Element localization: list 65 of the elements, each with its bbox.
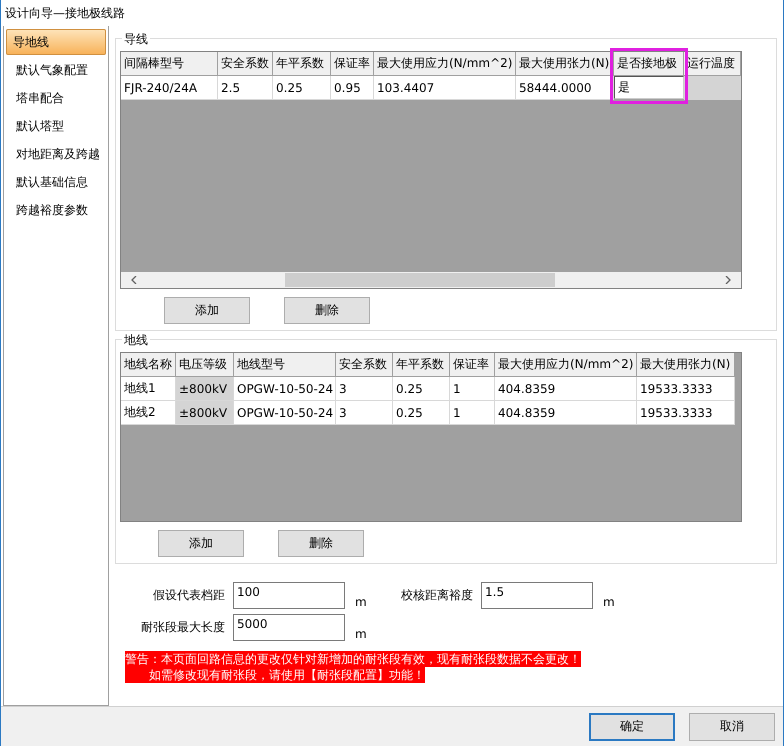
- warning-text: 警告：本页面回路信息的更改仅针对新增加的耐张段有效，现有耐张段数据不会更改！: [125, 651, 581, 667]
- input-field[interactable]: 5000: [233, 614, 345, 641]
- add-button[interactable]: 添加: [158, 530, 244, 557]
- column-header[interactable]: 最大使用应力(N/mm^2): [495, 353, 637, 377]
- group-title: 导线: [122, 31, 150, 48]
- table-cell: OPGW-10-50-24: [234, 401, 336, 425]
- field-label: 校核距离裕度: [401, 587, 474, 604]
- table-cell: 地线1: [121, 377, 176, 401]
- input-field[interactable]: 100: [233, 582, 345, 609]
- unit-label: m: [354, 626, 368, 640]
- delete-button[interactable]: 删除: [284, 297, 370, 324]
- sidebar-item[interactable]: 默认塔型: [6, 113, 106, 139]
- column-header[interactable]: 电压等级: [176, 353, 234, 377]
- table-cell: 103.4407: [374, 76, 516, 100]
- table-cell: 2.5: [218, 76, 273, 100]
- warning-text: 如需修改现有耐张段，请使用【耐张段配置】功能！: [125, 667, 425, 683]
- column-header[interactable]: 最大使用应力(N/mm^2): [374, 52, 516, 76]
- column-header[interactable]: 间隔棒型号: [121, 52, 218, 76]
- column-header[interactable]: 运行温度: [684, 52, 741, 76]
- ok-button[interactable]: 确定: [589, 712, 675, 740]
- sidebar-item[interactable]: 导地线: [6, 29, 106, 55]
- delete-button[interactable]: 删除: [278, 530, 364, 557]
- add-button[interactable]: 添加: [164, 297, 250, 324]
- column-header[interactable]: 是否接地极: [614, 52, 684, 76]
- column-header[interactable]: 安全系数: [218, 52, 273, 76]
- field-label: 耐张段最大长度: [141, 619, 226, 636]
- sidebar-item[interactable]: 对地距离及跨越: [6, 141, 106, 167]
- table-cell: 3: [336, 401, 393, 425]
- table-cell: ±800kV: [176, 377, 234, 401]
- sidebar-item[interactable]: 塔串配合: [6, 85, 106, 111]
- input-field[interactable]: 1.5: [481, 582, 593, 609]
- column-header[interactable]: 保证率: [450, 353, 495, 377]
- column-header[interactable]: 保证率: [331, 52, 374, 76]
- table-cell: 58444.0000: [516, 76, 614, 100]
- field-label: 假设代表档距: [153, 587, 226, 604]
- table-cell: FJR-240/24A: [121, 76, 218, 100]
- table-cell: 0.95: [331, 76, 374, 100]
- sidebar-item[interactable]: 默认气象配置: [6, 57, 106, 83]
- table-cell: 19533.3333: [637, 377, 735, 401]
- unit-label: m: [354, 594, 368, 608]
- table-cell: 0.25: [393, 401, 450, 425]
- column-header[interactable]: 年平系数: [273, 52, 331, 76]
- table-cell: 3: [336, 377, 393, 401]
- unit-label: m: [602, 594, 616, 608]
- sidebar-item[interactable]: 跨越裕度参数: [6, 197, 106, 223]
- column-header[interactable]: 地线型号: [234, 353, 336, 377]
- table-cell: 404.8359: [495, 401, 637, 425]
- table-cell: 0.25: [393, 377, 450, 401]
- cancel-button[interactable]: 取消: [689, 712, 775, 740]
- table-cell: 地线2: [121, 401, 176, 425]
- sidebar-item[interactable]: 默认基础信息: [6, 169, 106, 195]
- table-cell: OPGW-10-50-24: [234, 377, 336, 401]
- table-cell: 404.8359: [495, 377, 637, 401]
- dropdown-cell[interactable]: 是: [614, 76, 684, 99]
- column-header[interactable]: 地线名称: [121, 353, 176, 377]
- table-cell: ±800kV: [176, 401, 234, 425]
- column-header[interactable]: 年平系数: [393, 353, 450, 377]
- window-title: 设计向导—接地极线路: [1, 0, 783, 26]
- column-header[interactable]: 最大使用张力(N): [637, 353, 735, 377]
- table-cell: 1: [450, 401, 495, 425]
- table-cell: 1: [450, 377, 495, 401]
- horizontal-scrollbar[interactable]: [121, 272, 741, 288]
- table-cell: 19533.3333: [637, 401, 735, 425]
- table-cell: 0.25: [273, 76, 331, 100]
- column-header[interactable]: 安全系数: [336, 353, 393, 377]
